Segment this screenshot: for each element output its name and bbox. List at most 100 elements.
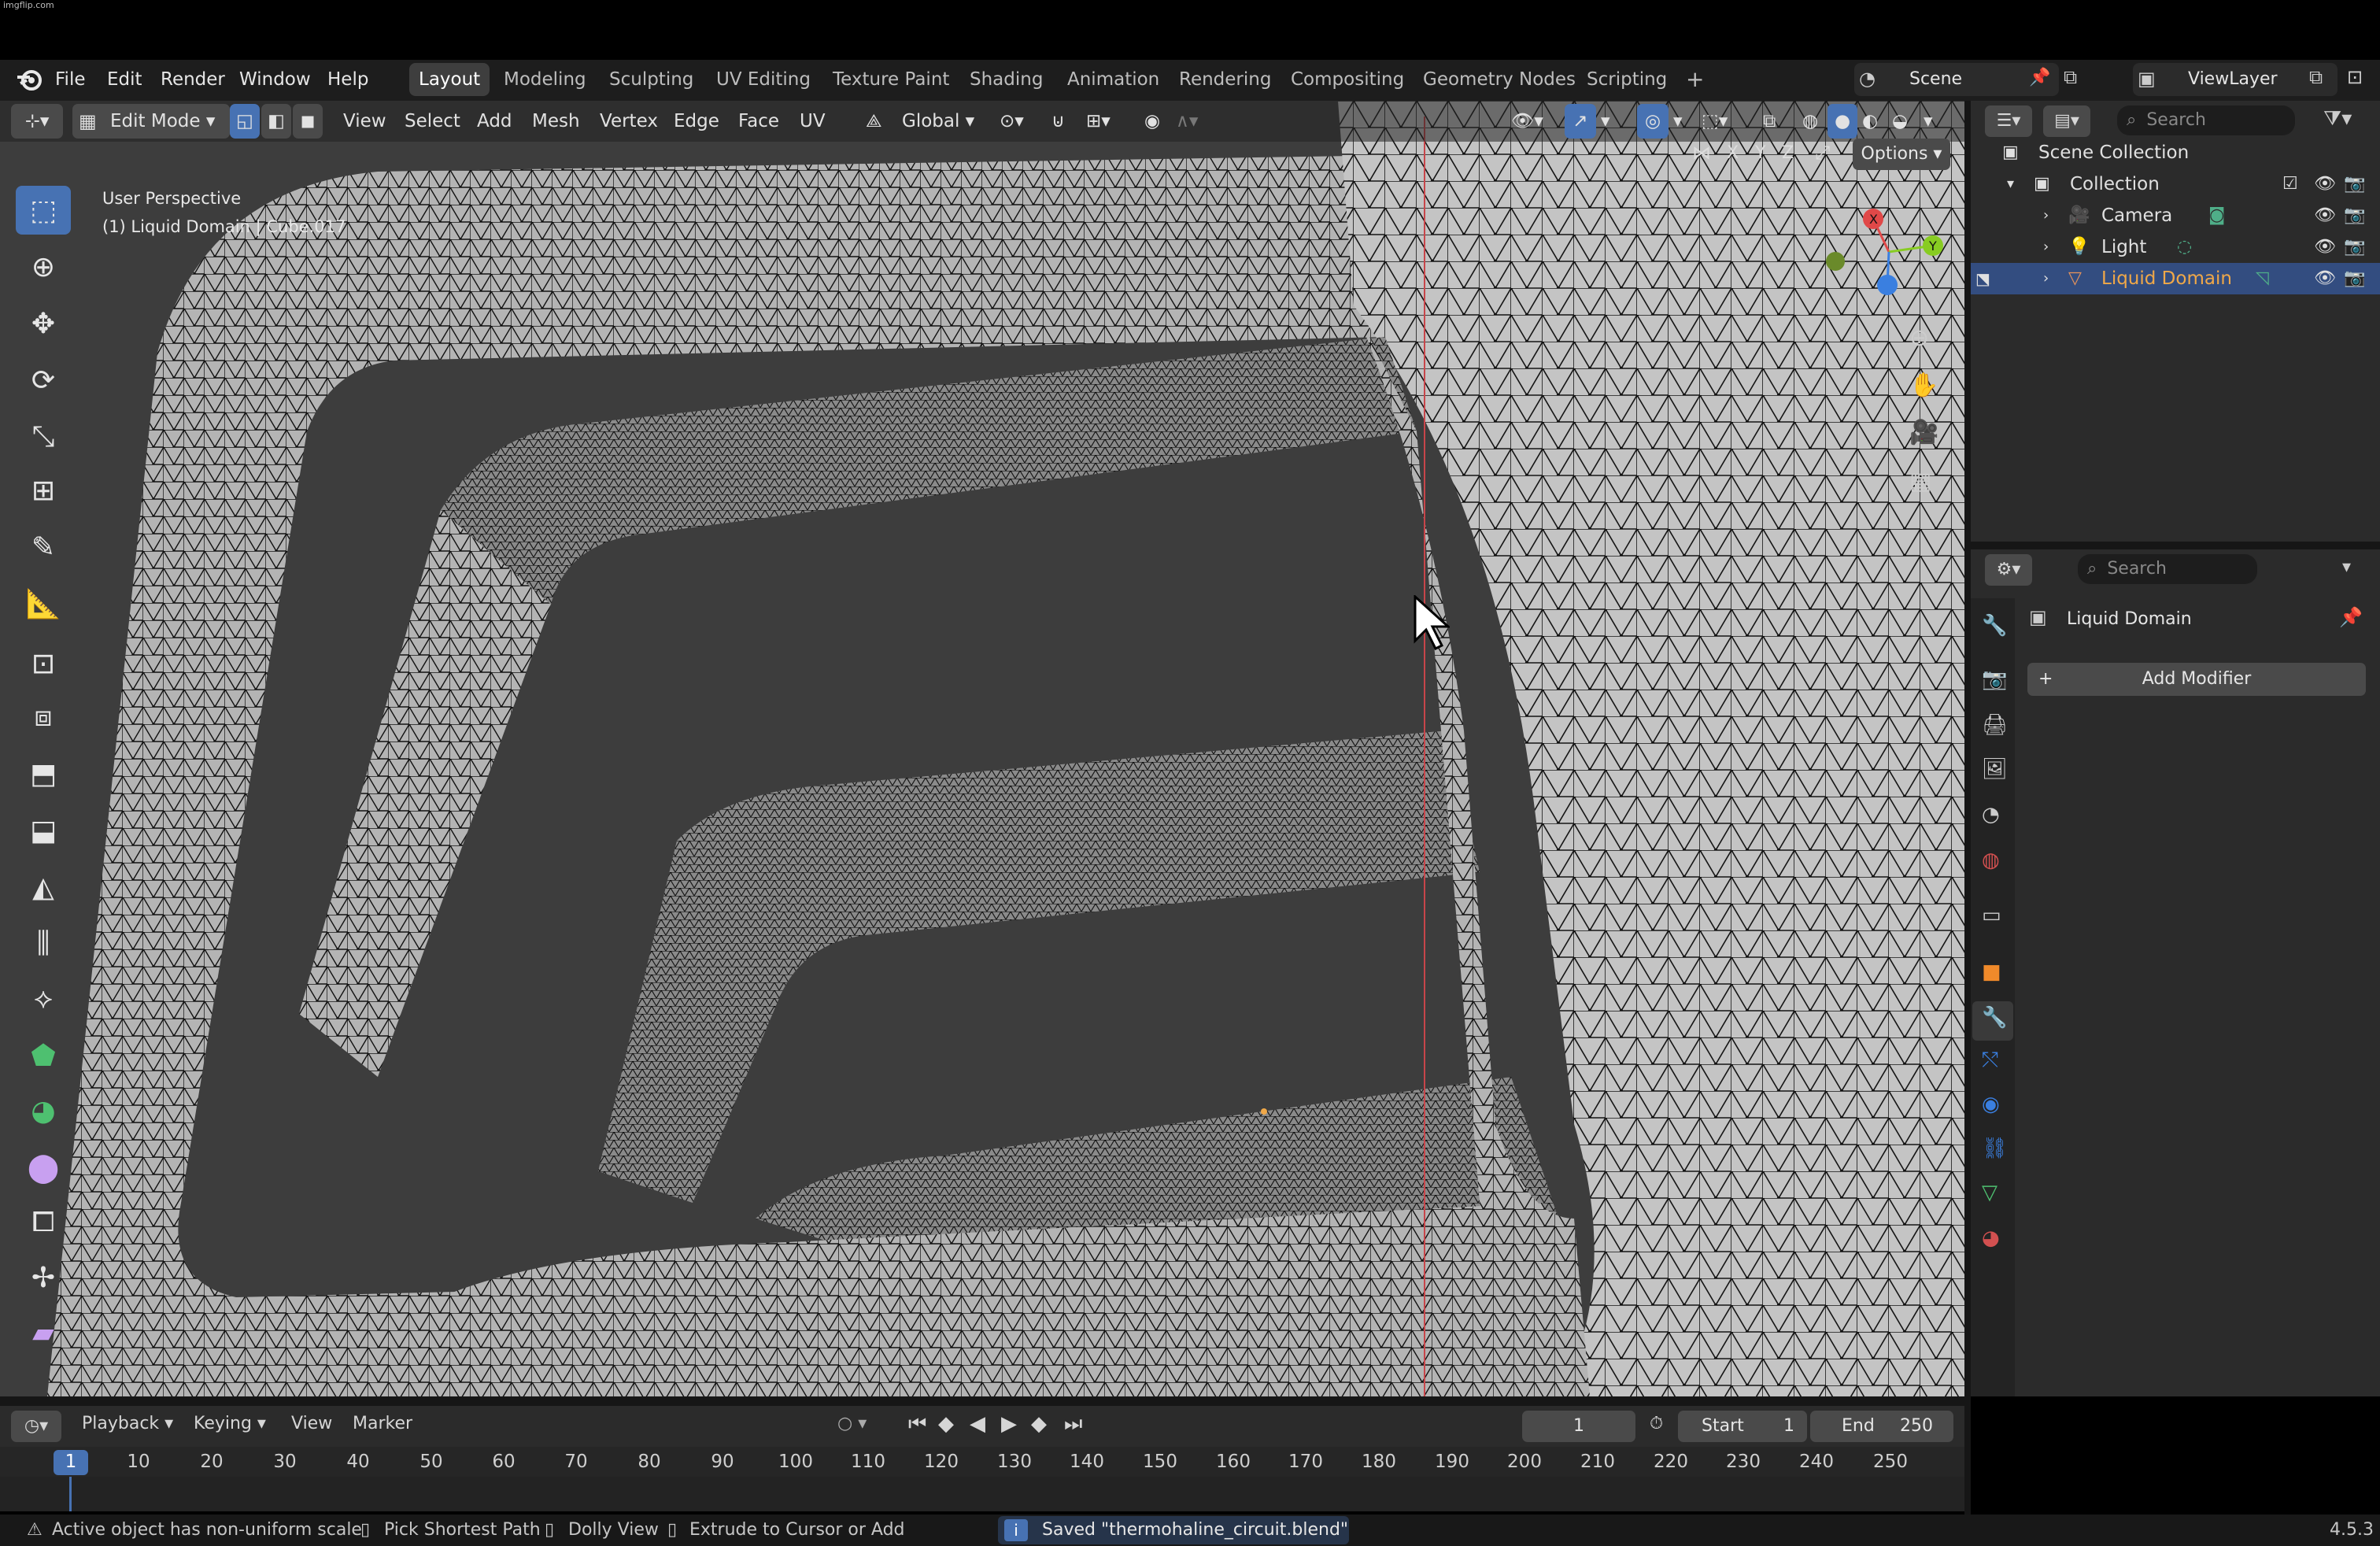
constraints-tab-icon[interactable]: ⛓	[1982, 1137, 2008, 1160]
menu-edit[interactable]: Edit	[107, 61, 142, 98]
tab-animation[interactable]: Animation	[1058, 63, 1169, 96]
inset-tool-icon[interactable]: ⬓	[16, 806, 71, 855]
area-divider[interactable]	[0, 1396, 1964, 1406]
add-primitive-tool-icon[interactable]: ⧈	[16, 693, 71, 742]
timeline-menu-keying[interactable]: Keying ▾	[194, 1414, 266, 1433]
header-menu-mesh[interactable]: Mesh	[532, 104, 580, 139]
header-menu-uv[interactable]: UV	[800, 104, 826, 139]
timeline-menu-view[interactable]: View	[291, 1414, 332, 1433]
shear-tool-icon[interactable]: ▰	[16, 1308, 71, 1357]
transform-orientation-selector[interactable]: Global ▾	[902, 104, 974, 139]
expand-chevron-icon[interactable]: ›	[2043, 200, 2049, 231]
gizmo-dropdown-icon[interactable]: ▾	[1601, 104, 1610, 139]
mirror-z-toggle[interactable]: Z	[1782, 143, 1794, 163]
new-view-layer-icon[interactable]: ⧉	[2309, 66, 2323, 88]
face-select-mode-icon[interactable]: ◼	[293, 104, 323, 139]
edge-select-mode-icon[interactable]: ◧	[261, 104, 291, 139]
pan-hand-icon[interactable]: ✋	[1909, 372, 1938, 399]
add-modifier-button[interactable]: + Add Modifier	[2027, 663, 2366, 696]
cursor-tool-icon[interactable]: ⊕	[16, 242, 71, 291]
smooth-tool-icon[interactable]: ⬤	[16, 1143, 71, 1192]
knife-tool-icon[interactable]: ⟡	[16, 975, 71, 1023]
timeline-menu-playback[interactable]: Playback ▾	[82, 1414, 173, 1433]
add-cube-tool-icon[interactable]: ⊡	[16, 639, 71, 688]
options-dropdown[interactable]: Options ▾	[1853, 139, 1950, 170]
jump-to-start-icon[interactable]: ⏮	[908, 1412, 926, 1437]
tab-sculpting[interactable]: Sculpting	[600, 63, 703, 96]
exclude-checkbox-icon[interactable]: ☑	[2282, 168, 2298, 200]
annotate-tool-icon[interactable]: ✎	[16, 523, 71, 571]
physics-tab-icon[interactable]: ◉	[1982, 1093, 2000, 1116]
jump-to-keyframe-forward-icon[interactable]: ◆	[1031, 1412, 1047, 1436]
solid-shading-icon[interactable]: ●	[1828, 104, 1857, 139]
outliner-row-scene-collection[interactable]: ▣ Scene Collection	[1971, 137, 2380, 168]
play-icon[interactable]: ▶	[1001, 1412, 1017, 1436]
light-data-icon[interactable]: ◌	[2177, 231, 2192, 263]
measure-tool-icon[interactable]: 📐	[16, 579, 71, 628]
scale-tool-icon[interactable]: ⤡	[16, 412, 71, 461]
move-tool-icon[interactable]: ✥	[16, 299, 71, 348]
visibility-eye-icon[interactable]: 👁	[2314, 168, 2336, 200]
jump-to-end-icon[interactable]: ⏭	[1064, 1412, 1082, 1437]
snap-target-icon[interactable]: ⊞▾	[1086, 104, 1111, 139]
menu-render[interactable]: Render	[161, 61, 225, 98]
render-camera-icon[interactable]: 📷	[2344, 263, 2365, 294]
remove-view-layer-icon[interactable]: ⊡	[2347, 66, 2363, 88]
edit-mode-toggle-icon[interactable]: ⬔	[1975, 263, 1990, 294]
mesh-data-icon[interactable]: ◹	[2256, 263, 2269, 294]
menu-window[interactable]: Window	[239, 61, 311, 98]
vertex-select-mode-icon[interactable]: ◱	[230, 104, 260, 139]
auto-keying-icon[interactable]: ○ ▾	[837, 1414, 867, 1433]
menu-file[interactable]: File	[55, 61, 86, 98]
gizmo-toggle-icon[interactable]: ↗	[1565, 104, 1596, 139]
tab-uv-editing[interactable]: UV Editing	[707, 63, 820, 96]
header-menu-add[interactable]: Add	[477, 104, 512, 139]
rendered-shading-icon[interactable]: ◒	[1892, 104, 1908, 139]
play-reverse-icon[interactable]: ◀	[970, 1412, 985, 1436]
visibility-eye-icon[interactable]: 👁	[2314, 200, 2336, 231]
3d-viewport[interactable]	[0, 101, 1964, 1396]
tab-layout[interactable]: Layout	[409, 63, 490, 96]
output-tab-icon[interactable]: 🖨	[1982, 713, 2008, 737]
edge-slide-tool-icon[interactable]: ⧠	[16, 1198, 71, 1247]
shrink-fatten-tool-icon[interactable]: ✢	[16, 1253, 71, 1302]
outliner-row-camera[interactable]: › 🎥 Camera ◙ 👁 📷	[1971, 200, 2380, 231]
header-menu-face[interactable]: Face	[738, 104, 779, 139]
visibility-eye-icon[interactable]: 👁	[2314, 263, 2336, 294]
transform-tool-icon[interactable]: ⊞	[16, 466, 71, 515]
overlay-toggle-icon[interactable]: ◎	[1637, 104, 1669, 139]
properties-search-input[interactable]: ⌕ Search	[2078, 554, 2257, 584]
tab-geometry-nodes[interactable]: Geometry Nodes	[1414, 63, 1585, 96]
outliner-editor-type-icon[interactable]: ☰▾	[1985, 105, 2032, 137]
pin-icon[interactable]: 📌	[2339, 606, 2363, 628]
particles-tab-icon[interactable]: ⤲	[1982, 1049, 1998, 1073]
extrude-tool-icon[interactable]: ⬒	[16, 749, 71, 798]
tab-rendering[interactable]: Rendering	[1170, 63, 1281, 96]
zoom-icon[interactable]: ⊕	[1909, 324, 1929, 352]
spin-tool-icon[interactable]: ◕	[16, 1086, 71, 1135]
blender-logo-icon[interactable]	[14, 65, 44, 94]
perspective-grid-icon[interactable]: ▦	[1909, 468, 1931, 495]
timeline-menu-marker[interactable]: Marker	[353, 1414, 412, 1433]
rotate-tool-icon[interactable]: ⟳	[16, 356, 71, 405]
render-camera-icon[interactable]: 📷	[2344, 168, 2365, 200]
world-tab-icon[interactable]: ◍	[1982, 849, 2000, 872]
navigation-gizmo[interactable]: X Y	[1826, 197, 1952, 307]
pivot-point-icon[interactable]: ⊙▾	[1000, 104, 1024, 139]
tab-compositing[interactable]: Compositing	[1281, 63, 1414, 96]
falloff-icon[interactable]: ∧▾	[1176, 104, 1198, 139]
start-frame-field[interactable]: Start 1	[1678, 1411, 1807, 1442]
scene-tab-icon[interactable]: ◔	[1982, 803, 2000, 827]
material-shading-icon[interactable]: ◐	[1862, 104, 1878, 139]
render-camera-icon[interactable]: 📷	[2344, 231, 2365, 263]
stopwatch-icon[interactable]: ⏱	[1650, 1414, 1663, 1433]
collection-tab-icon[interactable]: ▭	[1982, 904, 2001, 927]
chevron-down-icon[interactable]: ▾	[2342, 557, 2351, 577]
camera-data-icon[interactable]: ◙	[2208, 200, 2225, 231]
tab-texture-paint[interactable]: Texture Paint	[823, 63, 959, 96]
proportional-editing-icon[interactable]: ◉	[1144, 104, 1160, 139]
snap-icon[interactable]: ⊍	[1051, 104, 1065, 139]
display-mode-icon[interactable]: ▤▾	[2043, 105, 2090, 137]
loop-cut-tool-icon[interactable]: ⫼	[16, 919, 71, 968]
overlay-dropdown-icon[interactable]: ▾	[1673, 104, 1683, 139]
